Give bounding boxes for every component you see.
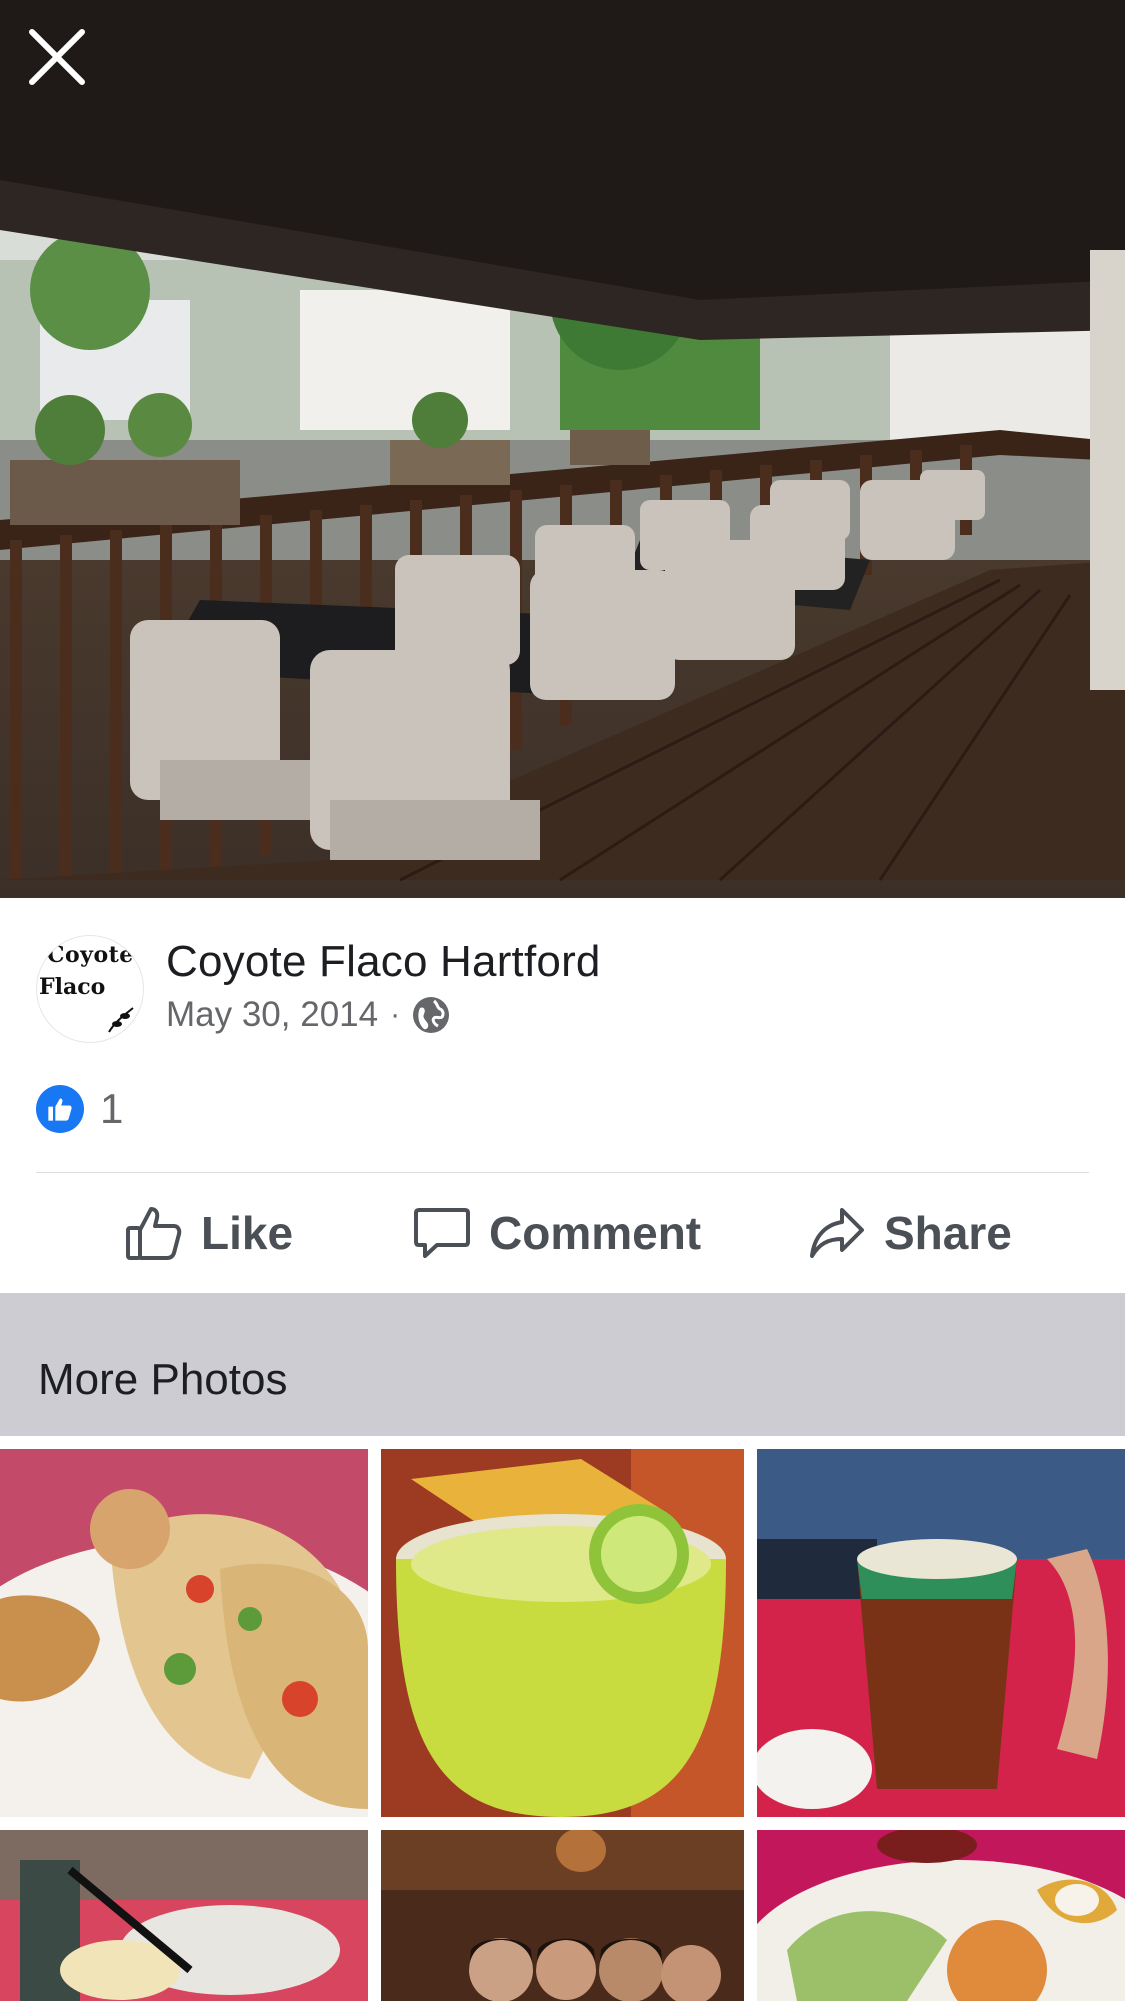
post-header: Coyote Flaco Coyote Flaco Hartford May 3… (36, 935, 1096, 1045)
more-photos-header: More Photos (0, 1293, 1125, 1436)
avatar-text-line2: Flaco (39, 974, 106, 1000)
thumbs-up-outline-icon (126, 1207, 182, 1260)
close-button[interactable] (28, 28, 104, 104)
photo-grid (0, 1436, 1125, 2001)
post-date[interactable]: May 30, 2014 (166, 995, 378, 1035)
comment-label: Comment (489, 1207, 702, 1259)
like-count: 1 (100, 1085, 124, 1132)
thumbnail-drinks[interactable] (0, 1830, 368, 2001)
thumbnail-beer[interactable] (757, 1449, 1125, 1817)
drinks-photo (0, 1830, 368, 2001)
close-icon (29, 29, 85, 85)
thumbnail-margarita[interactable] (381, 1449, 744, 1817)
patio-photo-art (0, 0, 1125, 882)
page-name[interactable]: Coyote Flaco Hartford (166, 937, 601, 987)
avatar-text-line1: Coyote (47, 942, 134, 968)
margarita-photo (381, 1449, 744, 1817)
thumbnail-enchiladas[interactable] (757, 1830, 1125, 2001)
share-label: Share (884, 1207, 1012, 1259)
action-bar: Like Comment Share (0, 1173, 1125, 1293)
beer-photo (757, 1449, 1125, 1817)
enchiladas-photo (757, 1830, 1125, 2001)
more-photos-title: More Photos (38, 1355, 288, 1404)
reactions-summary[interactable]: 1 (36, 1085, 123, 1133)
globe-icon (413, 997, 450, 1033)
post-meta: May 30, 2014 · (166, 995, 450, 1035)
comment-icon (414, 1208, 470, 1258)
thumbnail-group[interactable] (381, 1830, 744, 2001)
thumbnail-tacos[interactable] (0, 1449, 368, 1817)
share-button[interactable]: Share (808, 1173, 1012, 1293)
thumbs-up-icon (48, 1098, 72, 1121)
like-label: Like (201, 1207, 294, 1259)
plant-icon (108, 1007, 134, 1033)
avatar[interactable]: Coyote Flaco (36, 935, 144, 1043)
tacos-photo (0, 1449, 368, 1817)
comment-button[interactable]: Comment (413, 1173, 701, 1293)
group-photo (381, 1830, 744, 2001)
like-reaction-badge (36, 1085, 84, 1133)
like-button[interactable]: Like (125, 1173, 293, 1293)
post-photo (0, 0, 1125, 898)
meta-separator: · (390, 998, 401, 1031)
share-icon (810, 1208, 864, 1258)
